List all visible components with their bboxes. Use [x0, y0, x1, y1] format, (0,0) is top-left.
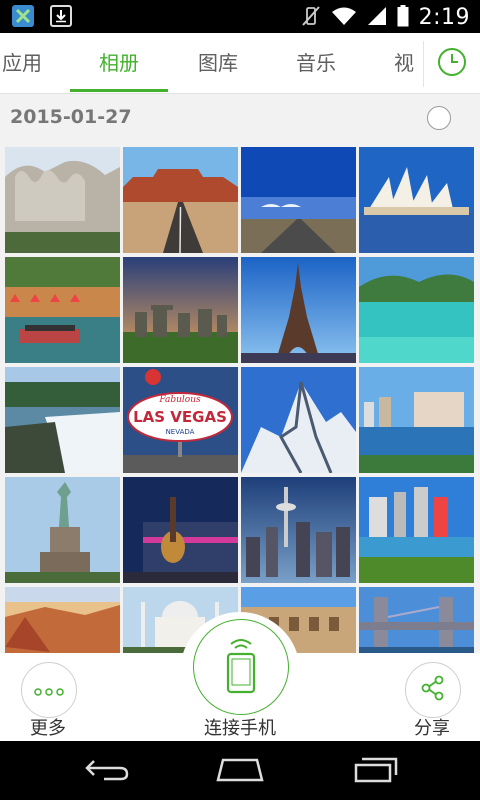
vibrate-off-icon — [301, 5, 321, 31]
recent-apps-button[interactable] — [346, 751, 406, 791]
photo-thumbnail[interactable] — [5, 477, 120, 583]
home-button[interactable] — [210, 751, 270, 791]
connect-phone-label: 连接手机 — [204, 718, 276, 739]
system-navigation-bar — [0, 741, 480, 800]
photo-thumbnail[interactable] — [5, 367, 120, 473]
share-label: 分享 — [414, 718, 450, 739]
download-notification-icon — [50, 5, 72, 27]
photo-thumbnail[interactable] — [5, 257, 120, 363]
more-dots-icon — [34, 681, 64, 700]
photo-thumbnail[interactable] — [123, 257, 238, 363]
tab-music[interactable]: 音乐 — [276, 33, 356, 93]
active-tab-indicator — [70, 89, 168, 92]
tab-gallery[interactable]: 图库 — [178, 33, 258, 93]
category-tab-bar: 应用 相册 图库 音乐 视 — [0, 33, 480, 94]
back-arrow-icon — [84, 757, 130, 785]
photo-thumbnail[interactable] — [241, 367, 356, 473]
more-label: 更多 — [30, 718, 66, 739]
status-time: 2:19 — [418, 5, 470, 30]
photo-thumbnail[interactable] — [5, 147, 120, 253]
share-button[interactable] — [405, 662, 461, 718]
battery-icon — [397, 5, 409, 31]
album-content: 2015-01-27 Fabulous LAS VEGAS NEVADA — [0, 94, 480, 654]
more-button[interactable] — [21, 662, 77, 718]
recent-apps-icon — [353, 755, 399, 787]
photo-thumbnail[interactable] — [241, 257, 356, 363]
share-icon — [419, 674, 447, 706]
tab-album[interactable]: 相册 — [70, 33, 168, 93]
back-button[interactable] — [77, 751, 137, 791]
photo-thumbnail[interactable] — [359, 257, 474, 363]
photo-thumbnail[interactable]: Fabulous LAS VEGAS NEVADA — [123, 367, 238, 473]
phone-wireless-icon — [221, 636, 261, 698]
tab-video[interactable]: 视 — [386, 33, 422, 93]
date-label: 2015-01-27 — [10, 106, 132, 128]
sign-text-nevada: NEVADA — [166, 428, 195, 436]
photo-thumbnail[interactable] — [5, 587, 120, 654]
photo-thumbnail[interactable] — [359, 587, 474, 654]
status-bar: 2:19 — [0, 0, 480, 33]
photo-thumbnail[interactable] — [359, 367, 474, 473]
history-button[interactable] — [423, 41, 480, 87]
date-group-header: 2015-01-27 — [0, 94, 480, 144]
select-all-checkbox[interactable] — [427, 106, 451, 130]
photo-thumbnail[interactable] — [241, 477, 356, 583]
wifi-icon — [331, 6, 357, 30]
sign-text-las-vegas: LAS VEGAS — [133, 408, 227, 426]
connect-phone-button[interactable] — [193, 619, 289, 715]
clock-icon — [436, 46, 468, 82]
photo-thumbnail[interactable] — [123, 147, 238, 253]
app-notification-icon — [12, 5, 34, 27]
photo-thumbnail[interactable] — [359, 147, 474, 253]
photo-thumbnail[interactable] — [241, 147, 356, 253]
home-icon — [215, 756, 265, 786]
photo-thumbnail[interactable] — [123, 477, 238, 583]
tab-apps[interactable]: 应用 — [0, 33, 50, 93]
photo-thumbnail[interactable] — [359, 477, 474, 583]
signal-icon — [367, 6, 387, 30]
sign-text-fabulous: Fabulous — [158, 395, 201, 405]
